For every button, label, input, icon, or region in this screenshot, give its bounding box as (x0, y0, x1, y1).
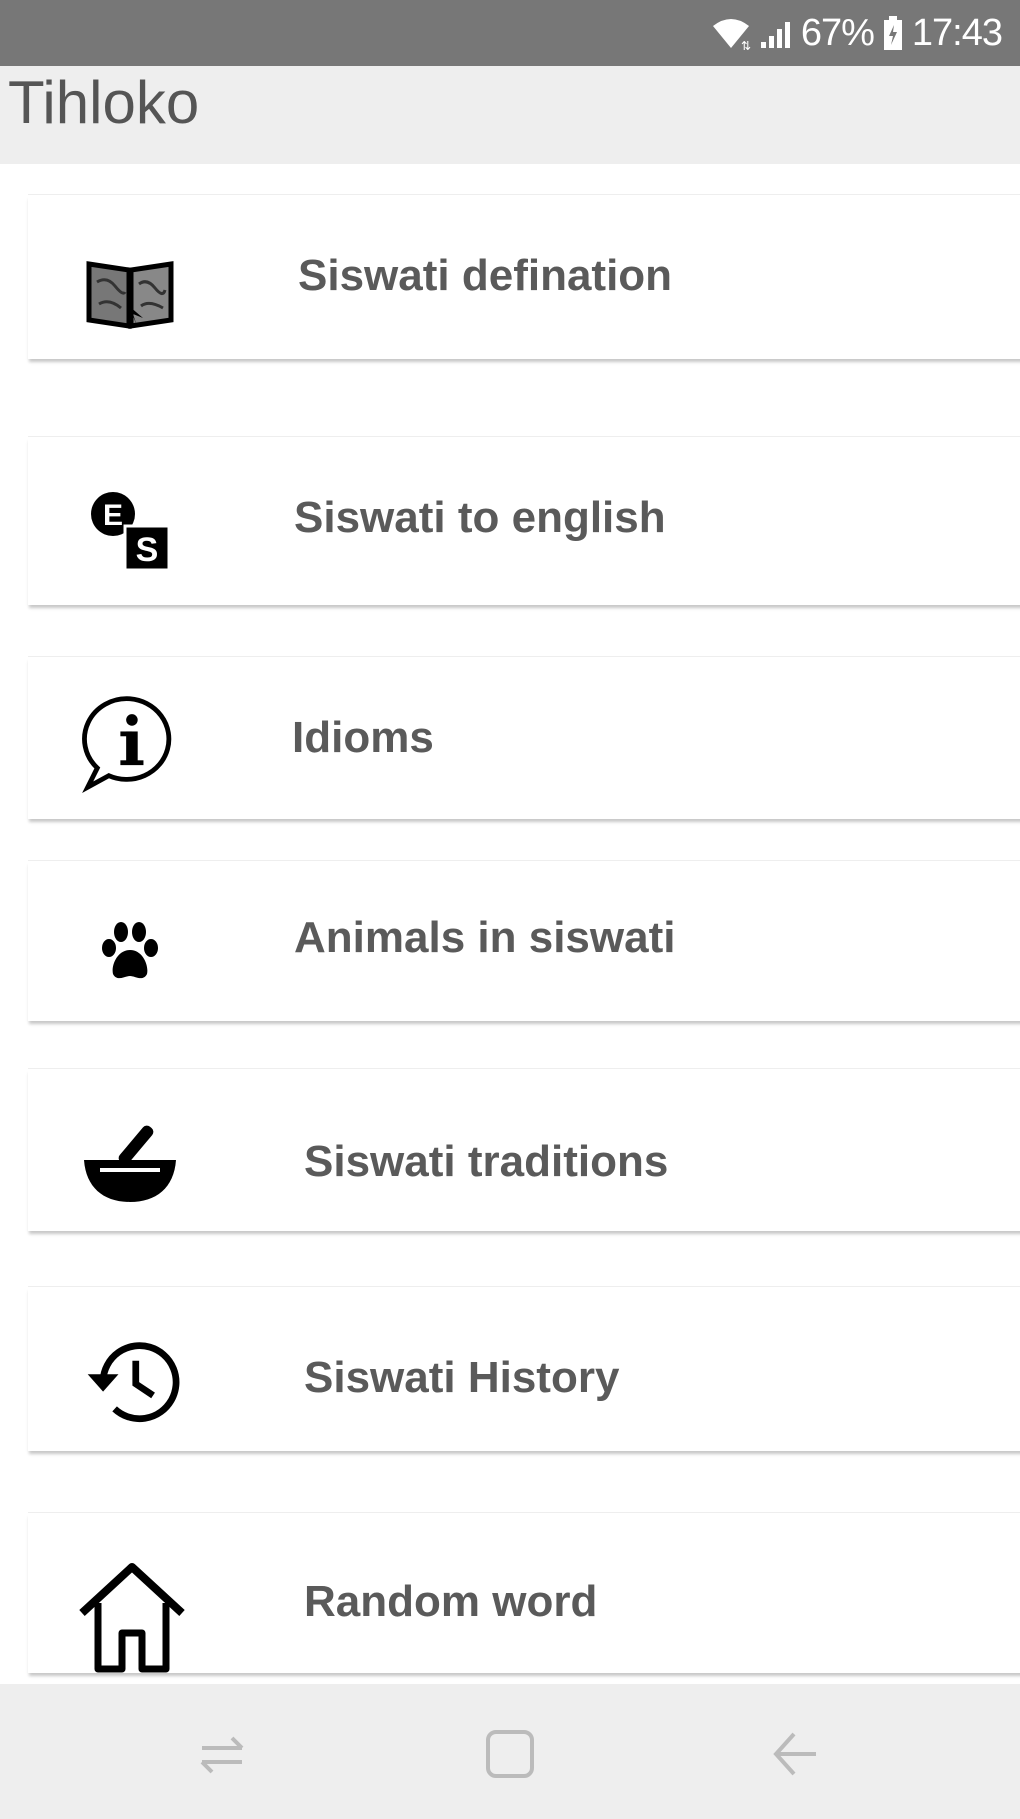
menu-item-traditions[interactable]: Siswati traditions (28, 1068, 1020, 1231)
status-bar: ⇅ 67% 17:43 (0, 0, 1020, 66)
recent-apps-icon[interactable] (182, 1714, 262, 1794)
translate-icon: E S (80, 481, 180, 581)
menu-item-idioms[interactable]: Idioms (28, 656, 1020, 819)
menu-item-label: Siswati History (304, 1353, 620, 1402)
app-bar: Tihloko (0, 66, 1020, 164)
svg-text:⇅: ⇅ (741, 39, 751, 50)
svg-text:S: S (136, 531, 159, 569)
info-bubble-icon (80, 693, 180, 794)
menu-item-siswati-to-english[interactable]: E S Siswati to english (28, 436, 1020, 605)
menu-item-history[interactable]: Siswati History (28, 1286, 1020, 1451)
battery-percent: 67% (800, 11, 875, 54)
mortar-pestle-icon (80, 1111, 180, 1211)
svg-text:E: E (103, 499, 123, 532)
menu-item-label: Animals in siswati (294, 913, 676, 962)
signal-icon (759, 16, 793, 50)
battery-icon (882, 15, 904, 51)
menu-item-label: Random word (304, 1577, 598, 1626)
wifi-icon: ⇅ (711, 16, 751, 50)
status-indicators: ⇅ 67% 17:43 (711, 10, 1003, 56)
page-title: Tihloko (8, 69, 200, 136)
home-icon (72, 1553, 192, 1673)
back-arrow-icon[interactable] (756, 1714, 836, 1794)
menu-item-siswati-definition[interactable]: Siswati defination (28, 194, 1020, 359)
system-nav-bar (0, 1684, 1020, 1819)
menu-item-label: Idioms (292, 713, 434, 762)
history-icon (80, 1331, 180, 1431)
menu-item-random-word[interactable]: Random word (28, 1512, 1020, 1673)
menu-item-label: Siswati defination (298, 251, 673, 300)
menu-item-label: Siswati traditions (304, 1137, 669, 1186)
paw-icon (80, 901, 180, 1001)
menu-item-animals[interactable]: Animals in siswati (28, 860, 1020, 1021)
menu-item-label: Siswati to english (294, 493, 666, 542)
book-map-icon (80, 243, 180, 343)
clock: 17:43 (911, 11, 1003, 54)
home-square-icon[interactable] (470, 1714, 550, 1794)
